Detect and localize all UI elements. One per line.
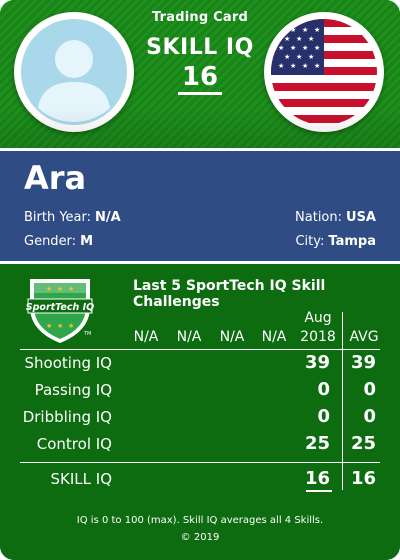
avg-column-divider: [342, 312, 343, 490]
svg-text:★: ★: [290, 62, 296, 70]
svg-text:★: ★: [284, 35, 290, 43]
nation-label: Nation:: [295, 210, 343, 225]
column-header-2: N/A: [176, 329, 202, 345]
passing-avg-value: 0: [363, 379, 376, 400]
dribbling-latest-value: 0: [317, 406, 330, 427]
logo-text: SportTech IQ: [26, 302, 94, 313]
row-label-skill-iq: SKILL IQ: [50, 470, 113, 488]
passing-latest-value: 0: [317, 379, 330, 400]
shooting-avg-value: 39: [350, 352, 376, 373]
svg-text:★: ★: [278, 62, 284, 70]
birth-year-label: Birth Year:: [24, 210, 92, 225]
gender-row: Gender: M: [24, 234, 93, 249]
svg-text:★: ★: [308, 53, 314, 61]
svg-text:★: ★: [296, 35, 302, 43]
skill-iq-label: SKILL IQ: [146, 35, 254, 60]
svg-text:★: ★: [314, 62, 320, 70]
svg-text:★: ★: [302, 62, 308, 70]
row-label-shooting: Shooting IQ: [24, 354, 112, 372]
column-header-1: N/A: [133, 329, 159, 345]
nation-row: Nation: USA: [295, 210, 376, 225]
svg-text:★: ★: [278, 26, 284, 34]
birth-year-value: N/A: [95, 210, 121, 225]
row-label-control: Control IQ: [36, 435, 112, 453]
column-header-avg: AVG: [349, 329, 379, 345]
column-header-latest-month: Aug: [304, 310, 332, 326]
svg-text:★: ★: [46, 322, 52, 330]
nation-value: USA: [346, 210, 376, 225]
skill-iq-latest-value: 16: [304, 468, 330, 489]
svg-text:★: ★: [296, 53, 302, 61]
svg-text:★: ★: [314, 26, 320, 34]
skill-iq-avg-value: 16: [350, 468, 376, 489]
svg-text:★: ★: [290, 26, 296, 34]
table-header-divider: [20, 349, 380, 350]
svg-text:★: ★: [302, 44, 308, 52]
gender-value: M: [80, 234, 93, 249]
avatar-placeholder-icon: [21, 19, 127, 125]
player-info-band: Ara Birth Year: N/A Gender: M Nation: USA C…: [0, 151, 400, 261]
trading-card: Trading Card SKILL IQ 16 ★ ★ ★ ★ ★ ★ ★ ★…: [0, 0, 400, 560]
table-total-divider: [20, 462, 380, 463]
challenges-section: ★ ★ ★ ★ ★ ★ SportTech IQ TM Last 5 SportTech…: [0, 264, 400, 560]
svg-text:★: ★: [302, 26, 308, 34]
city-value: Tampa: [328, 234, 376, 249]
svg-text:★: ★: [284, 53, 290, 61]
svg-text:★: ★: [46, 285, 52, 293]
usa-flag-icon: ★ ★ ★ ★ ★ ★ ★ ★ ★ ★ ★ ★ ★ ★ ★ ★ ★ ★: [264, 12, 384, 132]
skill-iq-value: 16: [177, 62, 223, 95]
svg-text:★: ★: [290, 44, 296, 52]
column-header-3: N/A: [219, 329, 245, 345]
shooting-latest-value: 39: [304, 352, 330, 373]
skill-iq-underline: [306, 490, 332, 492]
city-label: City:: [295, 234, 325, 249]
card-title: Trading Card: [152, 10, 248, 25]
footer-note: IQ is 0 to 100 (max). Skill IQ averages …: [76, 515, 324, 526]
svg-text:★: ★: [278, 44, 284, 52]
footer-copyright: © 2019: [180, 532, 220, 543]
svg-text:★: ★: [57, 285, 63, 293]
dribbling-avg-value: 0: [363, 406, 376, 427]
svg-text:★: ★: [57, 322, 63, 330]
svg-text:★: ★: [68, 285, 74, 293]
column-header-4: N/A: [261, 329, 287, 345]
column-header-latest-year: 2018: [300, 329, 336, 345]
sporttech-iq-logo: ★ ★ ★ ★ ★ ★ SportTech IQ TM: [26, 279, 94, 343]
player-name: Ara: [24, 159, 87, 197]
control-latest-value: 25: [304, 433, 330, 454]
svg-text:★: ★: [314, 44, 320, 52]
challenges-title: Last 5 SportTech IQ Skill Challenges: [133, 278, 326, 310]
header-center: Trading Card SKILL IQ 16: [140, 10, 260, 95]
row-label-passing: Passing IQ: [34, 381, 112, 399]
row-label-dribbling: Dribbling IQ: [22, 408, 112, 426]
avatar: [14, 12, 134, 132]
svg-text:★: ★: [308, 35, 314, 43]
card-header: Trading Card SKILL IQ 16 ★ ★ ★ ★ ★ ★ ★ ★…: [0, 0, 400, 148]
birth-year-row: Birth Year: N/A: [24, 210, 121, 225]
gender-label: Gender:: [24, 234, 77, 249]
control-avg-value: 25: [350, 433, 376, 454]
logo-tm: TM: [83, 331, 91, 337]
city-row: City: Tampa: [295, 234, 376, 249]
svg-text:★: ★: [68, 322, 74, 330]
